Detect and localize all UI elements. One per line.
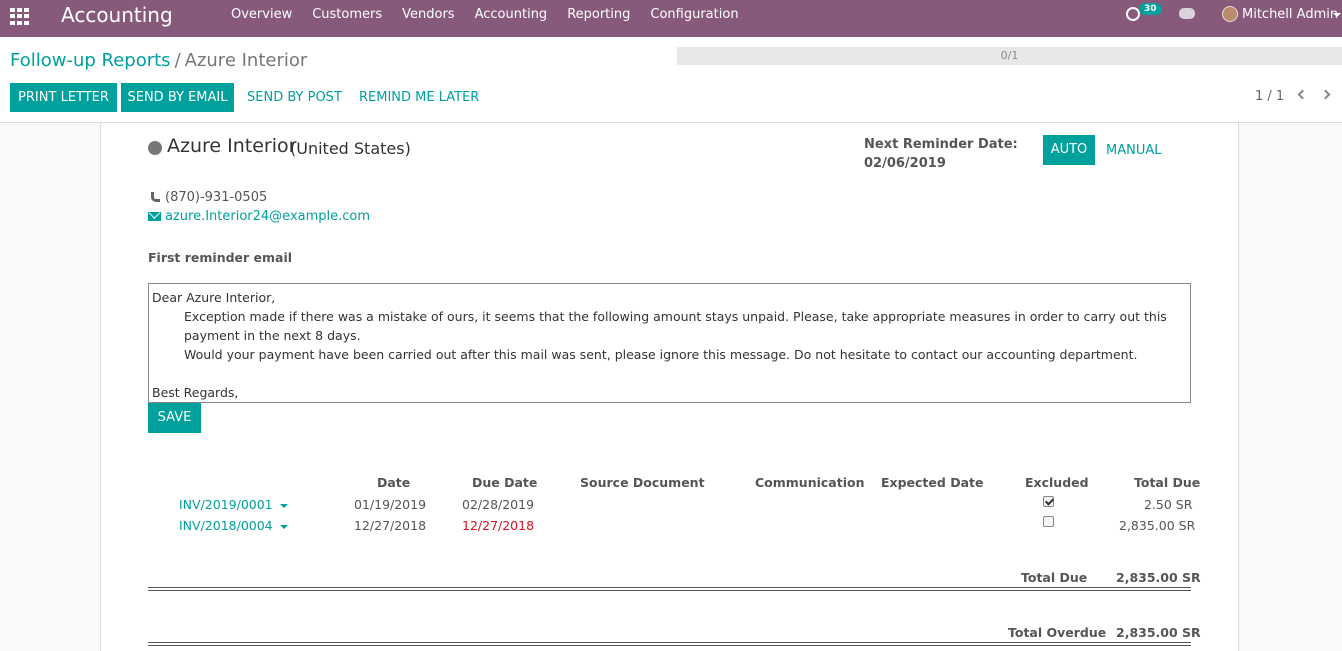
invoice-total-due: 2.50 SR xyxy=(1144,497,1193,512)
email-greeting: Dear Azure Interior, xyxy=(152,290,276,305)
followup-report-sheet: Azure Interior (United States) Next Remi… xyxy=(100,123,1239,651)
phone-icon xyxy=(151,192,160,202)
user-menu-caret-icon[interactable] xyxy=(1333,13,1341,17)
user-menu[interactable]: Mitchell Admin xyxy=(1242,7,1338,22)
email-section-title: First reminder email xyxy=(148,250,293,265)
control-panel: Follow-up Reports / Azure Interior 0/1 PRI… xyxy=(0,37,1342,123)
invoice-link[interactable]: INV/2018/0004 xyxy=(179,518,288,533)
menu-item-vendors[interactable]: Vendors xyxy=(402,0,454,37)
invoice-number[interactable]: INV/2018/0004 xyxy=(179,518,273,533)
invoice-date: 12/27/2018 xyxy=(354,518,427,533)
send-by-email-button[interactable]: SEND BY EMAIL xyxy=(121,83,234,112)
pager-previous-button[interactable] xyxy=(1296,87,1308,103)
email-paragraph-1: Exception made if there was a mistake of… xyxy=(184,309,1167,343)
envelope-icon xyxy=(148,212,161,221)
total-due-label: Total Due xyxy=(1021,570,1088,585)
invoice-due-date: 02/28/2019 xyxy=(462,497,535,512)
send-by-post-button[interactable]: SEND BY POST xyxy=(247,83,342,112)
total-overdue-value: 2,835.00 SR xyxy=(1116,625,1201,640)
email-paragraph-2: Would your payment have been carried out… xyxy=(184,347,1138,362)
chevron-right-icon xyxy=(1320,89,1331,100)
chevron-left-icon xyxy=(1297,89,1308,100)
total-due-value: 2,835.00 SR xyxy=(1116,570,1201,585)
column-header-excluded: Excluded xyxy=(1025,475,1089,490)
invoice-dropdown-caret-icon[interactable] xyxy=(279,503,288,508)
partner-status-dot xyxy=(148,141,162,155)
next-reminder-label: Next Reminder Date: xyxy=(864,137,1018,152)
manual-reminder-button[interactable]: MANUAL xyxy=(1106,143,1162,158)
partner-email-link[interactable]: azure.Interior24@example.com xyxy=(165,209,370,224)
chat-icon[interactable] xyxy=(1179,8,1195,19)
auto-reminder-button[interactable]: AUTO xyxy=(1043,135,1095,165)
invoice-dropdown-caret-icon[interactable] xyxy=(279,524,288,529)
save-email-button[interactable]: SAVE xyxy=(148,403,201,433)
column-header-date: Date xyxy=(377,475,411,490)
invoice-total-due: 2,835.00 SR xyxy=(1119,518,1196,533)
column-header-due-date: Due Date xyxy=(472,475,538,490)
breadcrumb-current: Azure Interior xyxy=(184,50,308,71)
total-overdue-label: Total Overdue xyxy=(1008,625,1107,640)
invoice-date: 01/19/2019 xyxy=(354,497,427,512)
breadcrumb-separator: / xyxy=(174,50,181,71)
invoice-due-date-overdue: 12/27/2018 xyxy=(462,518,535,533)
column-header-expected-date: Expected Date xyxy=(881,475,984,490)
menu-item-customers[interactable]: Customers xyxy=(312,0,382,37)
email-closing: Best Regards, xyxy=(152,385,239,400)
total-due-divider xyxy=(148,587,1191,591)
partner-country: (United States) xyxy=(290,139,411,158)
breadcrumb-parent-link[interactable]: Follow-up Reports xyxy=(10,50,171,71)
top-navbar: Accounting Overview Customers Vendors Ac… xyxy=(0,0,1342,37)
reminder-email-editor[interactable]: Dear Azure Interior, Exception made if t… xyxy=(148,283,1191,403)
excluded-checkbox[interactable] xyxy=(1043,496,1054,507)
main-menu: Overview Customers Vendors Accounting Re… xyxy=(231,0,759,37)
menu-item-reporting[interactable]: Reporting xyxy=(567,0,630,37)
column-header-source-document: Source Document xyxy=(580,475,705,490)
print-letter-button[interactable]: PRINT LETTER xyxy=(10,83,117,112)
menu-item-accounting[interactable]: Accounting xyxy=(475,0,548,37)
next-reminder-date[interactable]: 02/06/2019 xyxy=(864,156,946,171)
followup-progress-bar: 0/1 xyxy=(677,47,1342,65)
activity-count-badge: 30 xyxy=(1139,3,1162,15)
user-avatar[interactable] xyxy=(1222,6,1238,22)
partner-phone: (870)-931-0505 xyxy=(165,190,268,205)
column-header-communication: Communication xyxy=(755,475,865,490)
partner-name: Azure Interior xyxy=(167,135,297,157)
pager-value[interactable]: 1 / 1 xyxy=(1255,89,1284,104)
column-header-total-due: Total Due xyxy=(1134,475,1201,490)
email-blank-line xyxy=(152,364,1187,383)
excluded-checkbox[interactable] xyxy=(1043,516,1054,527)
invoice-link[interactable]: INV/2019/0001 xyxy=(179,497,288,512)
activity-clock-icon[interactable] xyxy=(1126,7,1140,21)
menu-item-overview[interactable]: Overview xyxy=(231,0,292,37)
breadcrumb: Follow-up Reports / Azure Interior xyxy=(10,50,307,71)
total-overdue-divider xyxy=(148,642,1191,646)
invoice-number[interactable]: INV/2019/0001 xyxy=(179,497,273,512)
pager-next-button[interactable] xyxy=(1320,87,1334,103)
menu-item-configuration[interactable]: Configuration xyxy=(650,0,738,37)
remind-me-later-button[interactable]: REMIND ME LATER xyxy=(359,83,479,112)
app-brand[interactable]: Accounting xyxy=(61,3,173,27)
apps-menu-icon[interactable] xyxy=(10,8,29,25)
